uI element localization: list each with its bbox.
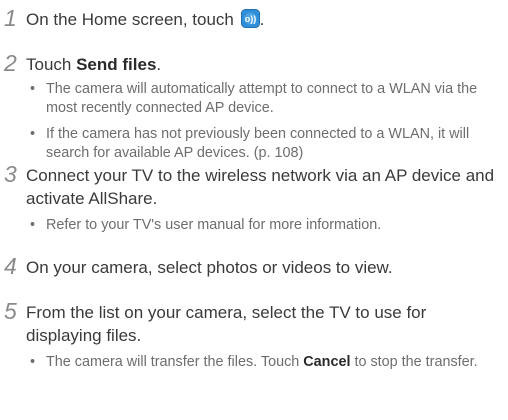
svg-text:o)): o)) (244, 14, 256, 24)
instruction-page: 1 On the Home screen, touch o)). 2 Touch… (0, 0, 508, 420)
allshare-app-icon: o)) (240, 9, 260, 28)
step-number: 3 (4, 161, 17, 187)
bullet-item: • If the camera has not previously been c… (30, 126, 470, 161)
bullet-item: • The camera will automatically attempt t… (30, 81, 478, 116)
step-text: From the list on your camera, select the… (26, 303, 427, 345)
step-text: On the Home screen, touch o)). (26, 9, 265, 29)
step-text: Connect your TV to the wireless network … (26, 166, 495, 208)
bullet-item: • The camera will transfer the files. Tou… (30, 354, 478, 370)
step-number: 1 (4, 5, 17, 31)
step-text: On your camera, select photos or videos … (26, 258, 393, 277)
step-number: 4 (4, 253, 17, 279)
bullet-item: • Refer to your TV's user manual for more… (30, 217, 382, 233)
step-number: 2 (4, 50, 17, 76)
step-text: Touch Send files. (26, 55, 162, 74)
step-number: 5 (4, 298, 17, 324)
